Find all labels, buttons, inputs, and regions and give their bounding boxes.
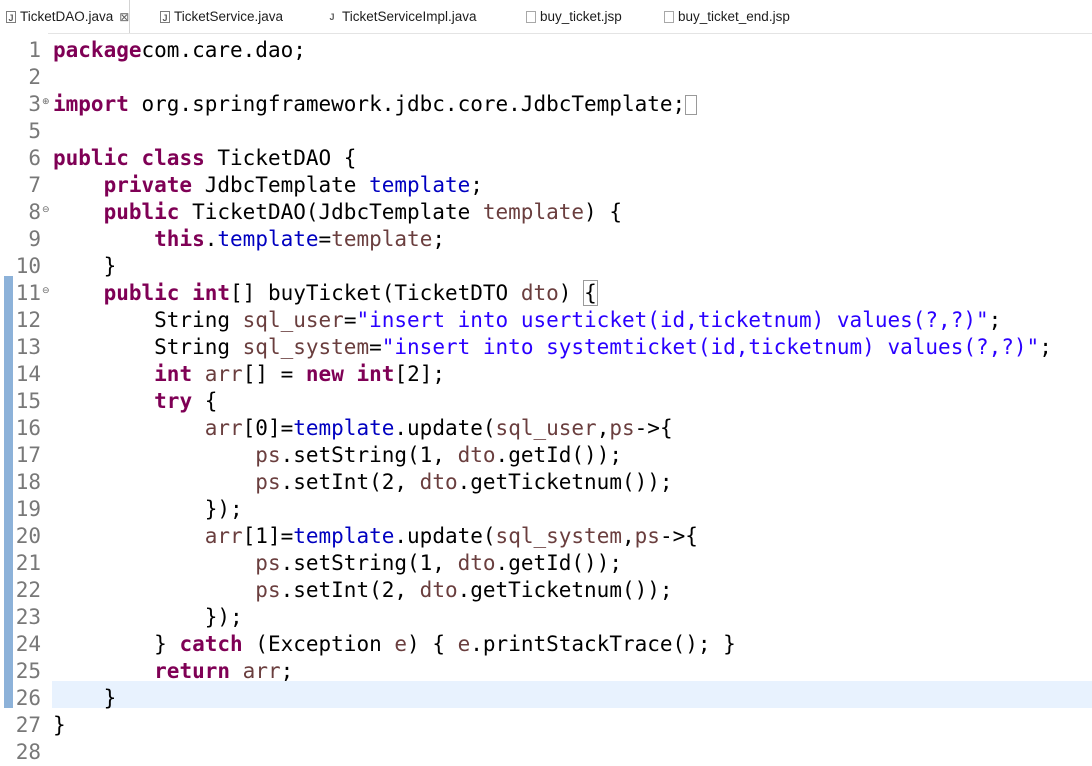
line-number: 27 [15, 713, 41, 737]
collapse-fold-icon[interactable]: ⊖ [42, 199, 50, 221]
code-text: ps.setInt(2, dto.getTicketnum()); [255, 470, 673, 494]
code-line[interactable]: 24 } catch (Exception e) { e.printStackT… [0, 631, 1092, 658]
code-line[interactable]: 15 try { [0, 388, 1092, 415]
line-number: 17 [15, 443, 41, 467]
line-number: 13 [15, 335, 41, 359]
line-number: 16 [15, 416, 41, 440]
code-text: public int[] buyTicket(TicketDTO dto) { [103, 280, 598, 306]
code-text: public TicketDAO(JdbcTemplate template) … [103, 200, 622, 224]
tab-ticketserviceimpl-java[interactable]: J TicketServiceImpl.java [326, 0, 477, 33]
line-number: 7 [28, 173, 41, 197]
code-line[interactable]: 14 int arr[] = new int[2]; [0, 361, 1092, 388]
code-text: }); [53, 497, 243, 521]
code-text: ps.setString(1, dto.getId()); [255, 443, 622, 467]
code-text: arr[0]=template.update(sql_user,ps->{ [204, 416, 673, 440]
code-text: packagecom.care.dao; [53, 38, 306, 62]
code-editor[interactable]: 1 packagecom.care.dao; 2 3 ⊕ import org.sprin… [0, 33, 1092, 764]
tab-label: buy_ticket.jsp [540, 9, 622, 24]
editor-tab-bar: J TicketDAO.java ⊠ J TicketService.java J Tick… [0, 0, 1092, 34]
jsp-file-icon [664, 10, 674, 23]
code-line[interactable]: 7 private JdbcTemplate template; [0, 172, 1092, 199]
code-text: public class TicketDAO { [53, 146, 357, 170]
code-text: return arr; [154, 659, 294, 683]
code-text: import org.springframework.jdbc.core.Jdb… [53, 91, 698, 118]
code-text: arr[1]=template.update(sql_system,ps->{ [204, 524, 698, 548]
code-text: this.template=template; [154, 227, 446, 251]
line-number: 1 [28, 38, 41, 62]
code-line[interactable]: 11 ⊖ public int[] buyTicket(TicketDTO dto… [0, 280, 1092, 307]
code-line[interactable]: 22 ps.setInt(2, dto.getTicketnum()); [0, 577, 1092, 604]
code-line[interactable]: 27} [0, 712, 1092, 739]
code-text: } [53, 686, 117, 710]
code-text: int arr[] = new int[2]; [154, 362, 446, 386]
code-line[interactable]: 3 ⊕ import org.springframework.jdbc.core.J… [0, 91, 1092, 118]
code-text: private JdbcTemplate template; [103, 173, 483, 197]
line-number: 20 [15, 524, 41, 548]
code-line[interactable]: 25 return arr; [0, 658, 1092, 685]
code-line[interactable]: 17 ps.setString(1, dto.getId()); [0, 442, 1092, 469]
code-line[interactable]: 21 ps.setString(1, dto.getId()); [0, 550, 1092, 577]
code-text: String sql_system="insert into systemtic… [53, 335, 1052, 359]
tab-label: buy_ticket_end.jsp [678, 9, 790, 24]
code-text: ps.setInt(2, dto.getTicketnum()); [255, 578, 673, 602]
code-line[interactable]: 10 } [0, 253, 1092, 280]
code-text: String sql_user="insert into userticket(… [53, 308, 1002, 332]
line-number: 6 [28, 146, 41, 170]
expand-fold-icon[interactable]: ⊕ [42, 91, 50, 113]
matching-brace: { [583, 280, 598, 306]
tab-ticketservice-java[interactable]: J TicketService.java [160, 0, 283, 33]
java-file-icon: J [6, 10, 16, 23]
tab-ticketdao-java[interactable]: J TicketDAO.java ⊠ [6, 0, 131, 33]
line-number: 5 [28, 119, 41, 143]
line-number: 15 [15, 389, 41, 413]
line-number: 26 [15, 686, 41, 710]
line-number: 2 [28, 65, 41, 89]
tab-buy-ticket-jsp[interactable]: buy_ticket.jsp [526, 0, 622, 33]
close-tab-icon[interactable]: ⊠ [119, 10, 129, 24]
line-number: 18 [15, 470, 41, 494]
line-number: 11 [15, 281, 41, 305]
tab-label: TicketServiceImpl.java [342, 9, 477, 24]
jsp-file-icon [526, 10, 536, 23]
line-number: 10 [15, 254, 41, 278]
tab-label: TicketService.java [174, 9, 284, 24]
code-line[interactable]: 26 } [0, 685, 1092, 712]
code-line[interactable]: 8 ⊖ public TicketDAO(JdbcTemplate templat… [0, 199, 1092, 226]
code-text: ps.setString(1, dto.getId()); [255, 551, 622, 575]
code-line[interactable]: 12 String sql_user="insert into usertick… [0, 307, 1092, 334]
line-number: 12 [15, 308, 41, 332]
code-line[interactable]: 20 arr[1]=template.update(sql_system,ps-… [0, 523, 1092, 550]
code-text: } [53, 254, 117, 278]
line-number: 24 [15, 632, 41, 656]
code-text: } catch (Exception e) { e.printStackTrac… [53, 632, 736, 656]
folded-imports-icon [685, 95, 698, 115]
collapse-fold-icon[interactable]: ⊖ [42, 280, 50, 302]
java-class-icon: J [326, 10, 338, 23]
code-line[interactable]: 2 [0, 64, 1092, 91]
code-line[interactable]: 1 packagecom.care.dao; [0, 37, 1092, 64]
code-line[interactable]: 18 ps.setInt(2, dto.getTicketnum()); [0, 469, 1092, 496]
code-line[interactable]: 19 }); [0, 496, 1092, 523]
line-number: 23 [15, 605, 41, 629]
code-line[interactable]: 23 }); [0, 604, 1092, 631]
line-number: 25 [15, 659, 41, 683]
tab-label: TicketDAO.java [20, 9, 114, 24]
line-number: 8 [28, 200, 41, 224]
code-line[interactable]: 5 [0, 118, 1092, 145]
line-number: 21 [15, 551, 41, 575]
code-text: try { [154, 389, 218, 413]
line-number: 14 [15, 362, 41, 386]
code-line[interactable]: 6 public class TicketDAO { [0, 145, 1092, 172]
java-interface-icon: J [160, 10, 170, 23]
line-number: 22 [15, 578, 41, 602]
code-text: } [53, 713, 66, 737]
tab-buy-ticket-end-jsp[interactable]: buy_ticket_end.jsp [664, 0, 790, 33]
code-line[interactable]: 16 arr[0]=template.update(sql_user,ps->{ [0, 415, 1092, 442]
line-number: 9 [28, 227, 41, 251]
line-number: 19 [15, 497, 41, 521]
code-text: }); [53, 605, 243, 629]
code-line[interactable]: 13 String sql_system="insert into system… [0, 334, 1092, 361]
line-number: 3 [28, 92, 41, 116]
code-line[interactable]: 9 this.template=template; [0, 226, 1092, 253]
